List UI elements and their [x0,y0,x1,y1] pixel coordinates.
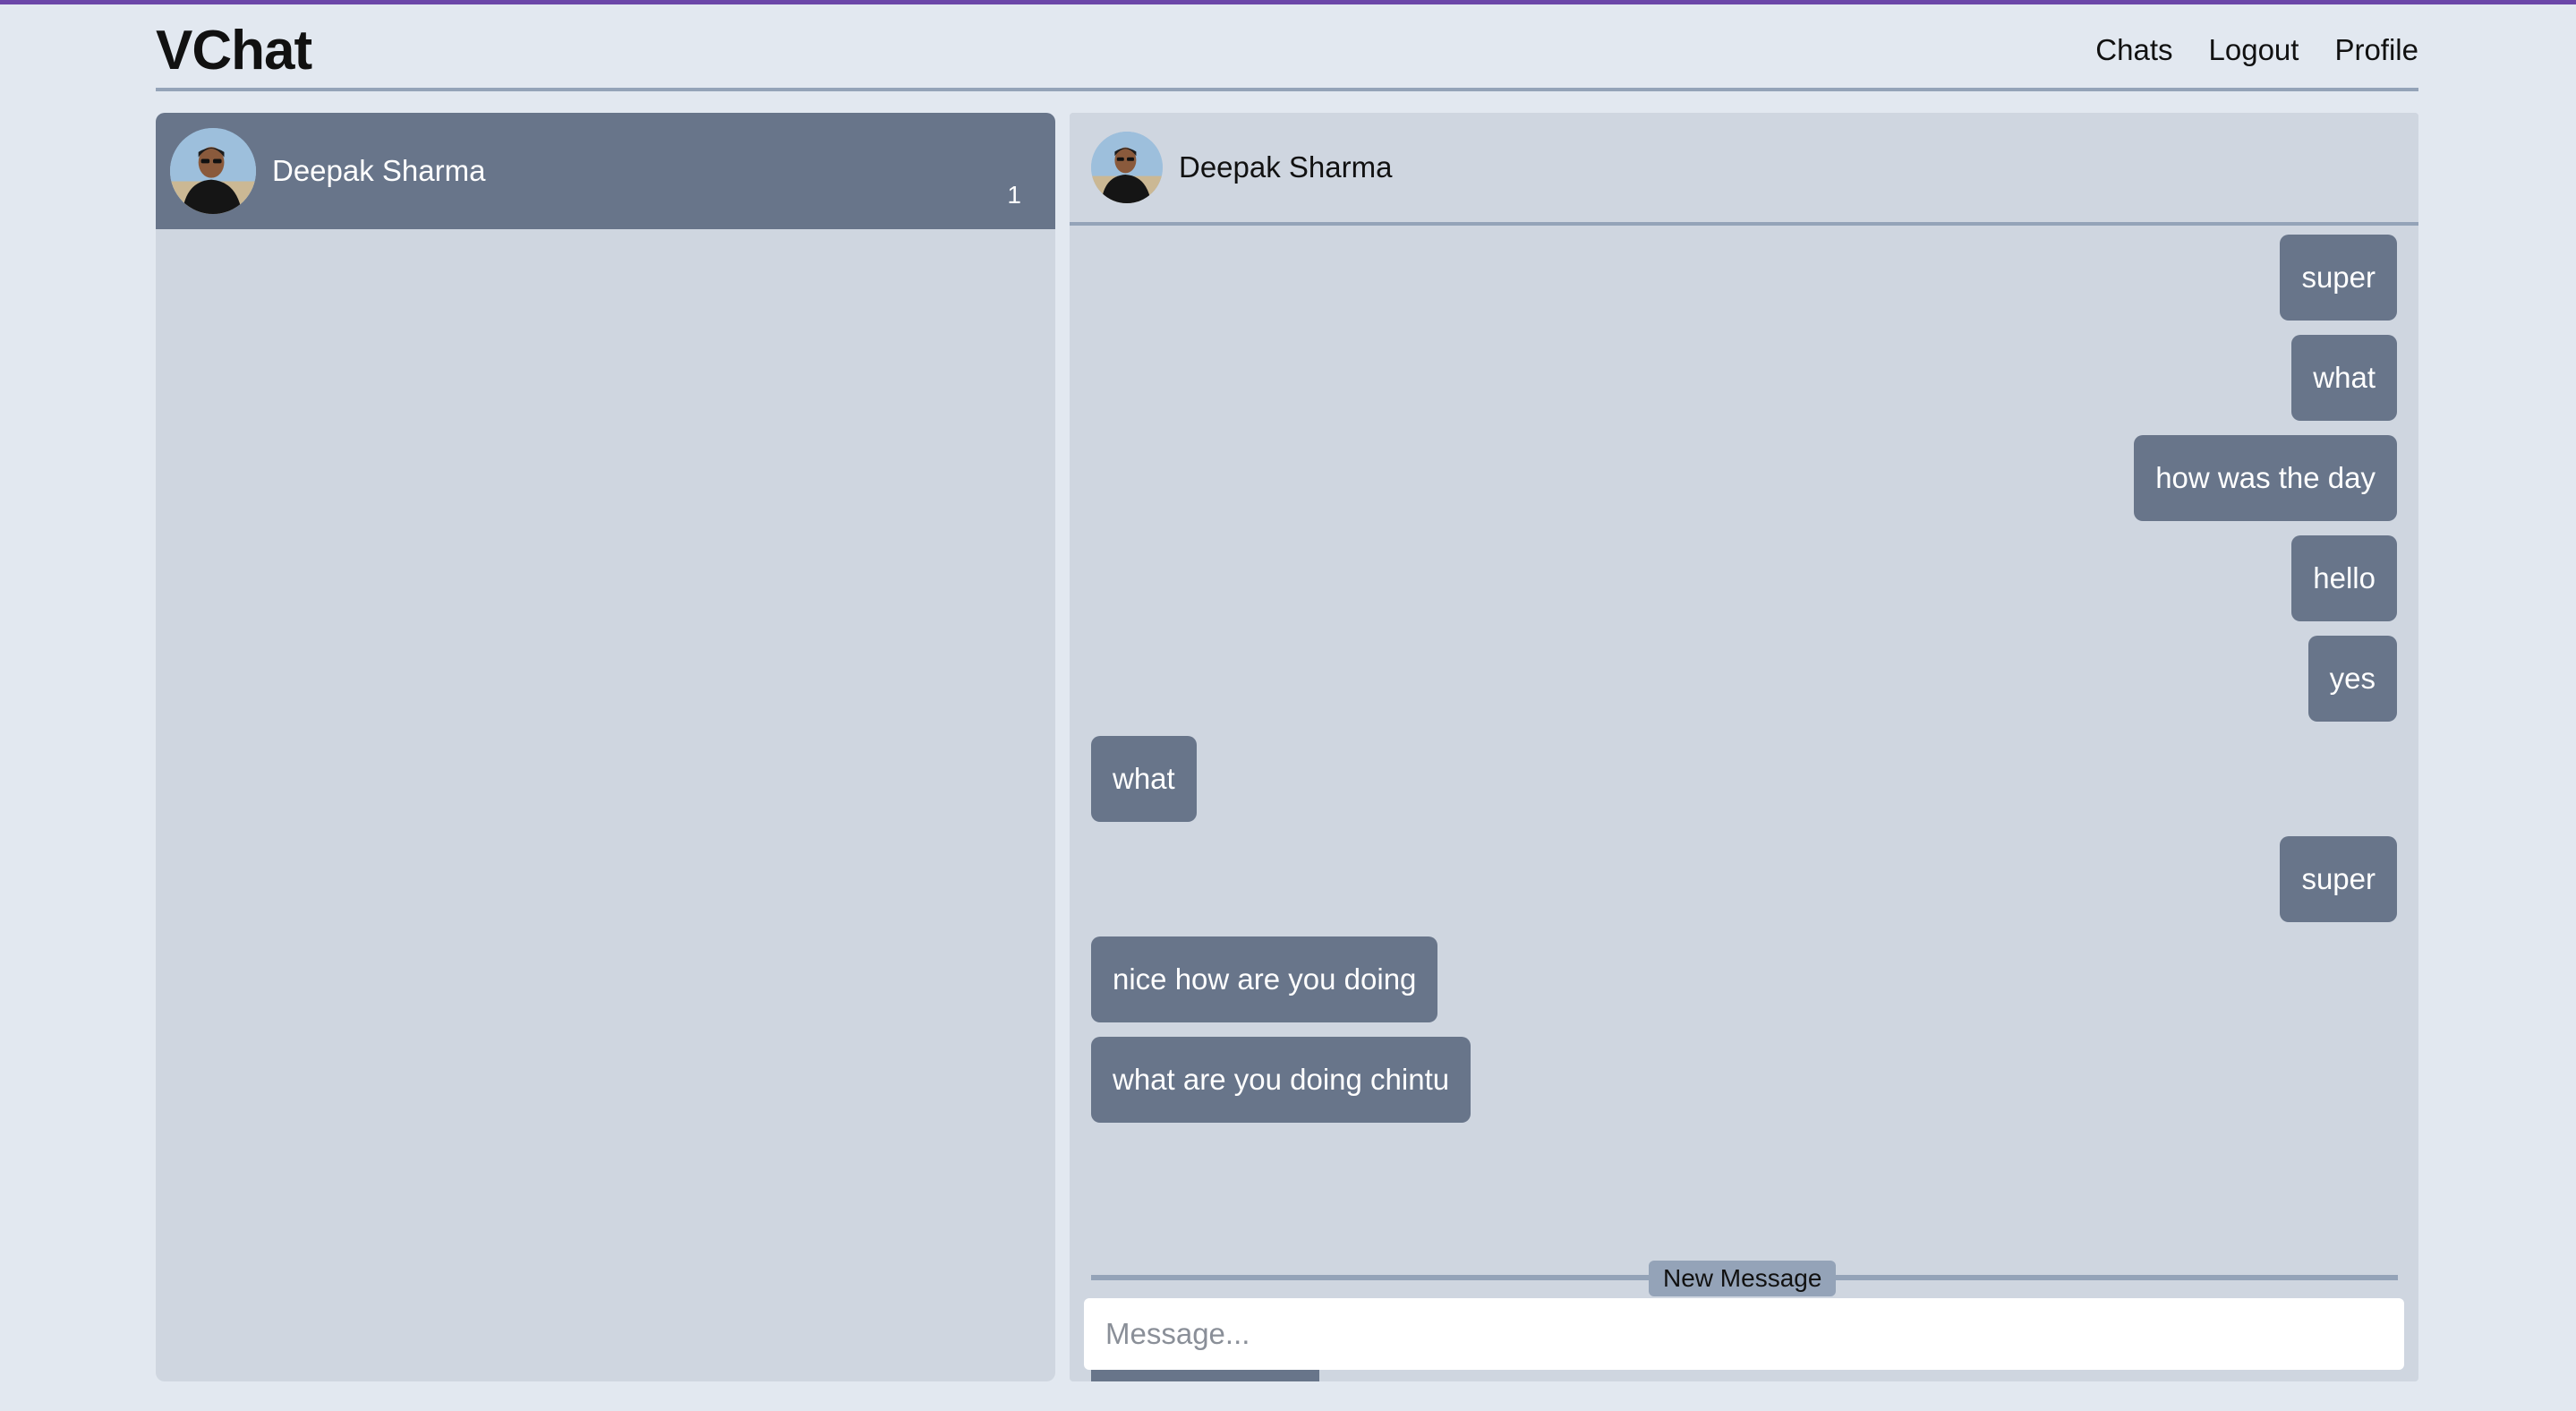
unread-count-badge: 1 [1007,181,1021,209]
message-bubble: how was the day [2134,435,2397,521]
top-accent-bar [0,0,2576,4]
app-logo-title[interactable]: VChat [156,19,312,82]
contact-avatar [1091,132,1163,203]
new-message-label: New Message [1649,1261,1837,1296]
contact-name: Deepak Sharma [1179,150,1393,184]
message-bubble: what [1091,736,1197,822]
message-bubble: yes [2307,636,2397,722]
contact-avatar-image [1091,132,1163,203]
user-avatar-image [170,128,256,214]
conversation-header: Deepak Sharma [1070,113,2418,226]
chat-list-item-name: Deepak Sharma [272,154,486,187]
message-bubble: super [2280,836,2397,922]
app-header: VChat Chats Logout Profile [156,13,2418,91]
user-avatar [170,128,256,214]
message-input[interactable] [1084,1298,2404,1370]
main-nav: Chats Logout Profile [2095,33,2418,67]
nav-logout-link[interactable]: Logout [2209,33,2299,67]
message-bubble: what are you doing chintu [1091,1037,1471,1123]
conversation-panel: Deepak Sharma super what how was the day… [1070,113,2418,1381]
message-list[interactable]: super what how was the day hello yes wha… [1070,226,2418,1381]
chat-list-item[interactable]: Deepak Sharma 1 [156,113,1055,229]
chat-list-sidebar: Deepak Sharma 1 [156,113,1055,1381]
message-bubble: nice how are you doing [1091,936,1438,1022]
message-bubble: super [2280,235,2397,321]
message-bubble: hello [2291,535,2397,621]
message-bubble: what [2291,335,2397,421]
nav-chats-link[interactable]: Chats [2095,33,2172,67]
nav-profile-link[interactable]: Profile [2334,33,2418,67]
